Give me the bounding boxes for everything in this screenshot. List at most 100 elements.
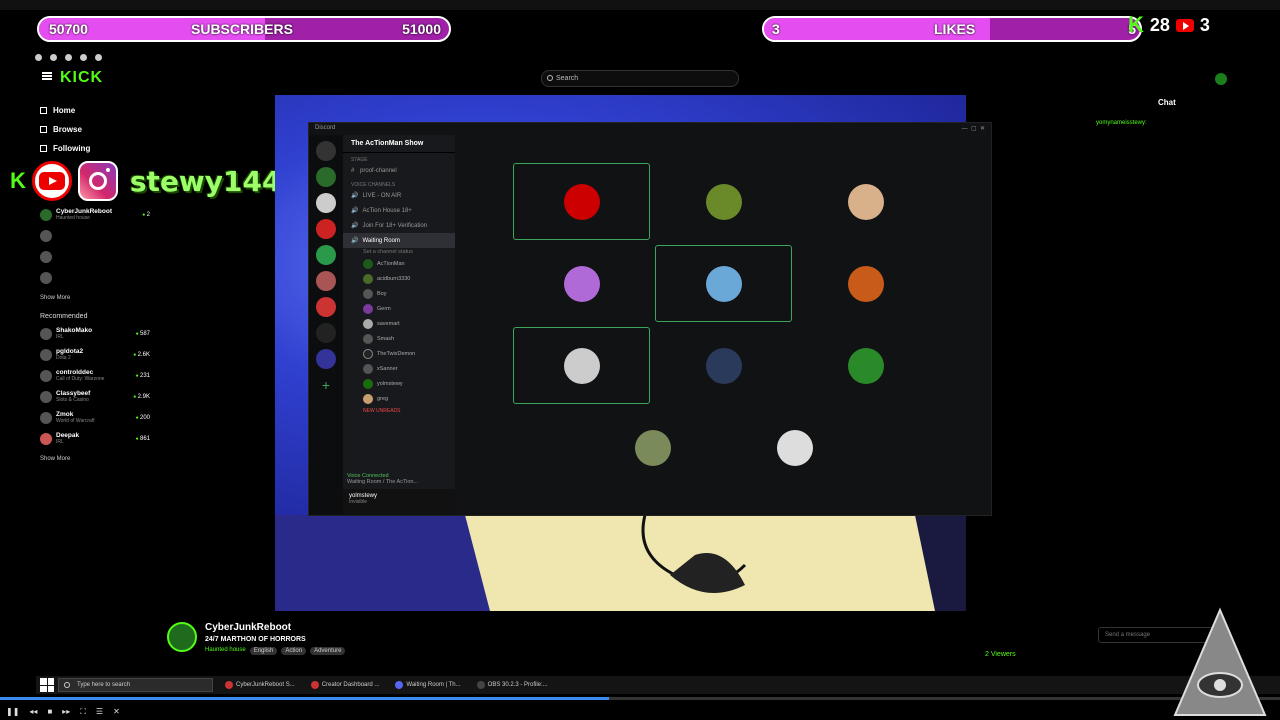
voice-user[interactable]: acidburn3330 — [343, 271, 455, 286]
search-placeholder: Search — [556, 75, 579, 82]
stream-tag[interactable]: English — [249, 647, 278, 655]
channel-avatar[interactable] — [167, 622, 197, 652]
recommended-item[interactable]: ZmokWorld of Warcraft 200 — [40, 407, 150, 428]
search-input[interactable]: Search — [541, 70, 739, 87]
settings-icon[interactable]: ☰ — [96, 707, 103, 716]
video-progress-bar[interactable] — [0, 697, 1280, 700]
recommended-item[interactable]: controlddecCall of Duty: Warzone 231 — [40, 365, 150, 386]
recommended-item[interactable]: pgldota2Dota 2 2.6K — [40, 344, 150, 365]
voice-user[interactable]: Smash — [343, 331, 455, 346]
voice-user[interactable]: TheTwixDemon — [343, 346, 455, 361]
voice-user-name: greg — [377, 395, 389, 402]
menu-icon[interactable] — [42, 72, 52, 80]
voice-user[interactable]: savemart — [343, 316, 455, 331]
bookmark-icon[interactable] — [35, 53, 42, 61]
voice-user[interactable]: AcTionMan — [343, 256, 455, 271]
voice-user[interactable]: Boy — [343, 286, 455, 301]
skip-back-icon[interactable]: ◂◂ — [29, 707, 37, 716]
voice-channel[interactable]: 🔊 Join For 18+ Verification — [343, 218, 455, 233]
close-icon[interactable]: ✕ — [113, 707, 120, 716]
kick-logo[interactable]: KICK — [60, 69, 103, 87]
participant-tile[interactable] — [655, 327, 792, 404]
voice-channel[interactable]: 🔊 LIVE - ON AIR — [343, 188, 455, 203]
show-more-link[interactable]: Show More — [40, 456, 70, 462]
participant-tile[interactable] — [513, 327, 650, 404]
chrome-icon — [310, 681, 319, 689]
windows-start-icon[interactable] — [40, 678, 54, 692]
pause-icon[interactable]: ❚❚ — [6, 707, 19, 716]
participant-tile[interactable] — [797, 163, 934, 240]
channel-name[interactable]: CyberJunkReboot — [205, 622, 291, 633]
server-icon[interactable] — [316, 167, 336, 187]
taskbar-app[interactable]: Waiting Room | Th... — [391, 678, 464, 692]
server-icon[interactable] — [316, 219, 336, 239]
participant-tile[interactable] — [513, 163, 650, 240]
server-name[interactable]: The AcTionMan Show — [343, 135, 455, 153]
server-icon[interactable] — [316, 349, 336, 369]
stop-icon[interactable]: ■ — [47, 707, 52, 716]
server-icon[interactable] — [316, 323, 336, 343]
bookmark-icon[interactable] — [50, 53, 57, 61]
stream-category[interactable]: Haunted house — [205, 647, 246, 655]
stream-tag[interactable]: Action — [281, 647, 307, 655]
user-avatar[interactable] — [1215, 73, 1227, 85]
channel-category: Slots & Casino — [56, 397, 89, 403]
search-icon — [64, 682, 70, 688]
text-channel[interactable]: # proof-channel — [343, 163, 455, 178]
taskbar-app[interactable]: Creator Dashboard ... — [307, 678, 384, 692]
stream-tag[interactable]: Adventure — [310, 647, 346, 655]
participant-tile[interactable] — [584, 409, 721, 486]
viewer-count: 231 — [136, 373, 150, 379]
participant-tile[interactable] — [655, 163, 792, 240]
skip-forward-icon[interactable]: ▸▸ — [62, 707, 70, 716]
show-more-link[interactable]: Show More — [40, 295, 70, 301]
recommended-item[interactable]: ClassybeefSlots & Casino 2.9K — [40, 386, 150, 407]
discord-home-icon[interactable] — [316, 141, 336, 161]
nav-home-label: Home — [53, 106, 76, 115]
recommended-item[interactable]: ShakoMakoIRL 587 — [40, 323, 150, 344]
bookmark-icon[interactable] — [80, 53, 87, 61]
participant-tile[interactable] — [655, 245, 792, 322]
discord-window[interactable]: Discord — ▢ ✕ + The AcTionMan Show STAGE… — [308, 122, 992, 516]
new-unreads-badge[interactable]: NEW UNREADS — [343, 406, 455, 416]
server-icon[interactable] — [316, 193, 336, 213]
avatar — [363, 258, 373, 269]
participant-tile[interactable] — [797, 245, 934, 322]
self-status: Invisible — [349, 499, 368, 505]
window-controls[interactable]: — ▢ ✕ — [962, 125, 985, 133]
following-item[interactable] — [40, 246, 150, 267]
nav-home[interactable]: Home — [40, 101, 150, 120]
server-icon[interactable] — [316, 271, 336, 291]
taskbar-app[interactable]: CyberJunkReboot S... — [221, 678, 299, 692]
bookmark-icon[interactable] — [65, 53, 72, 61]
instagram-icon — [77, 161, 118, 201]
server-icon[interactable] — [316, 245, 336, 265]
voice-user[interactable]: greg — [343, 391, 455, 406]
recommended-item[interactable]: DeepakIRL 861 — [40, 428, 150, 449]
chat-message-user[interactable]: yomynameisstewy: — [1096, 120, 1147, 126]
participant-tile[interactable] — [726, 409, 863, 486]
nav-following[interactable]: Following — [40, 139, 150, 158]
nav-browse[interactable]: Browse — [40, 120, 150, 139]
voice-user[interactable]: Germ — [343, 301, 455, 316]
voice-user[interactable]: xSanner — [343, 361, 455, 376]
voice-channel-active[interactable]: 🔊 Waiting Room — [343, 233, 455, 248]
voice-user[interactable]: yolmstewy — [343, 376, 455, 391]
following-item[interactable] — [40, 225, 150, 246]
participant-tile[interactable] — [513, 245, 650, 322]
add-server-icon[interactable]: + — [316, 375, 336, 395]
participant-tile[interactable] — [797, 327, 934, 404]
os-top-strip — [0, 0, 1280, 10]
cartoon-face — [275, 514, 966, 611]
avatar — [363, 378, 373, 389]
server-icon[interactable] — [316, 297, 336, 317]
taskbar-app[interactable]: OBS 30.2.3 - Profile:... — [473, 678, 552, 692]
taskbar-search[interactable]: Type here to search — [58, 678, 213, 692]
following-item[interactable]: CyberJunkRebootHaunted house 2 — [40, 204, 150, 225]
bookmark-icon[interactable] — [95, 53, 102, 61]
voice-channel[interactable]: 🔊 AcTion House 18+ — [343, 203, 455, 218]
voice-user-name: Boy — [377, 290, 387, 297]
following-item[interactable] — [40, 267, 150, 288]
fullscreen-icon[interactable]: ⛶ — [80, 707, 86, 717]
player-controls: ❚❚ ◂◂ ■ ▸▸ ⛶ ☰ ✕ — [0, 703, 1280, 720]
